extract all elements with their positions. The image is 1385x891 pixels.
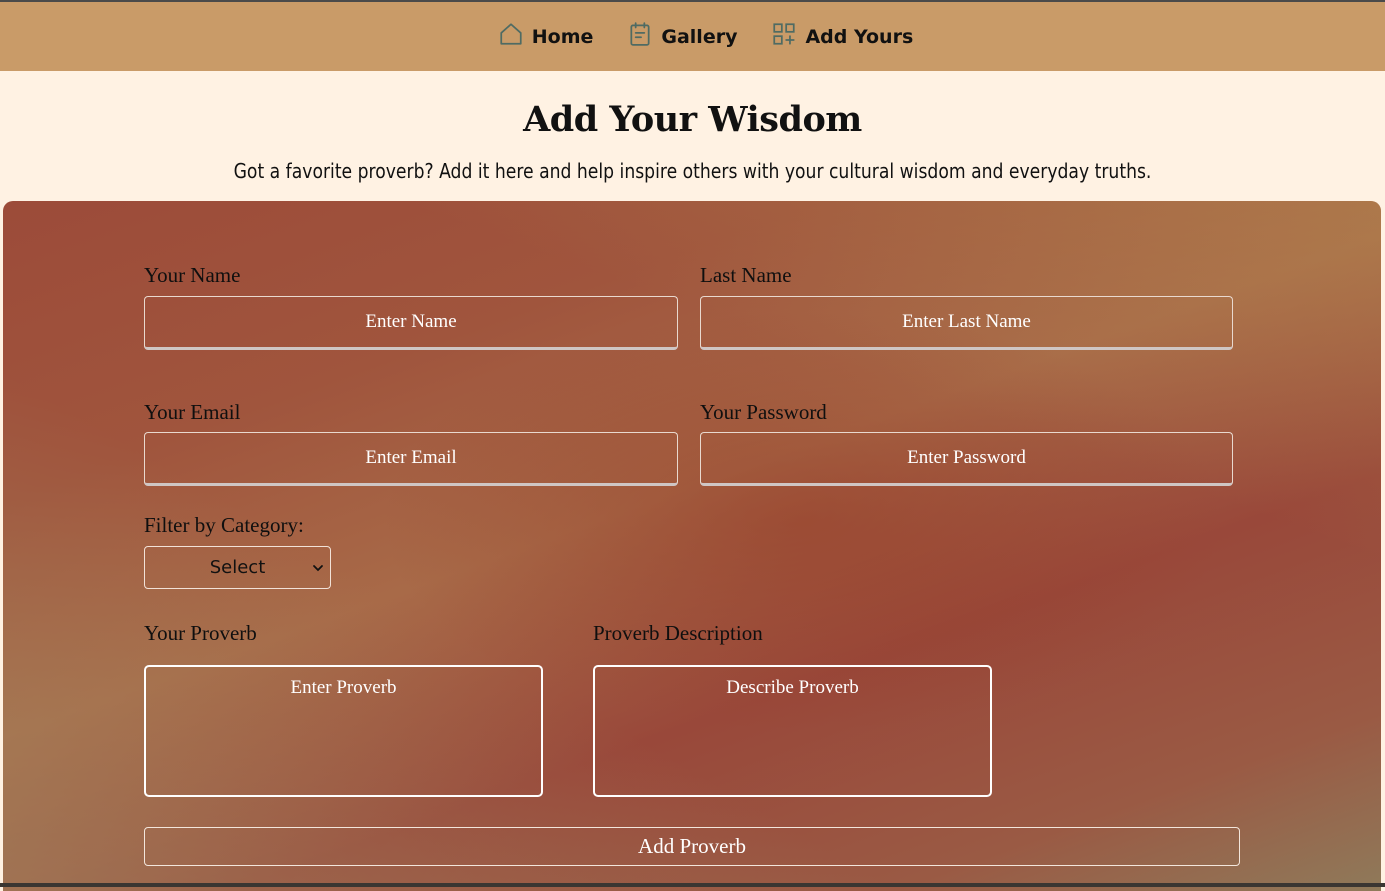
password-label: Your Password: [700, 400, 827, 424]
calendar-icon: [627, 21, 653, 52]
nav-item-add-yours[interactable]: Add Yours: [771, 21, 913, 52]
password-input[interactable]: [700, 432, 1233, 486]
page-subtitle: Got a favorite proverb? Add it here and …: [233, 159, 1152, 183]
first-name-label: Your Name: [144, 263, 241, 287]
description-label: Proverb Description: [593, 621, 763, 645]
nav-links: Home Gallery Add Yours: [498, 21, 913, 52]
page-title: Add Your Wisdom: [523, 99, 862, 140]
category-select[interactable]: Select: [144, 546, 331, 589]
add-proverb-button[interactable]: Add Proverb: [144, 827, 1240, 866]
last-name-input[interactable]: [700, 296, 1233, 350]
nav-item-home[interactable]: Home: [498, 21, 594, 52]
add-proverb-form: Your Name Last Name Your Email Your Pass…: [3, 201, 1381, 891]
nav-item-label: Add Yours: [805, 25, 914, 48]
category-selected-value: Select: [209, 557, 266, 578]
top-navbar: Home Gallery Add Yours: [0, 2, 1385, 71]
home-icon: [498, 21, 524, 52]
first-name-input[interactable]: [144, 296, 678, 350]
nav-item-gallery[interactable]: Gallery: [627, 21, 737, 52]
bottom-background-strip: [0, 883, 1385, 887]
hero-section: Add Your Wisdom Got a favorite proverb? …: [0, 71, 1385, 201]
proverb-textarea[interactable]: [144, 665, 543, 797]
description-textarea[interactable]: [593, 665, 992, 797]
category-label: Filter by Category:: [144, 513, 304, 537]
proverb-label: Your Proverb: [144, 621, 257, 645]
nav-item-label: Home: [531, 25, 594, 48]
chevron-down-icon: [312, 558, 324, 572]
last-name-label: Last Name: [700, 263, 792, 287]
email-input[interactable]: [144, 432, 678, 486]
grid-plus-icon: [771, 21, 797, 52]
email-label: Your Email: [144, 400, 241, 424]
nav-item-label: Gallery: [661, 25, 738, 48]
